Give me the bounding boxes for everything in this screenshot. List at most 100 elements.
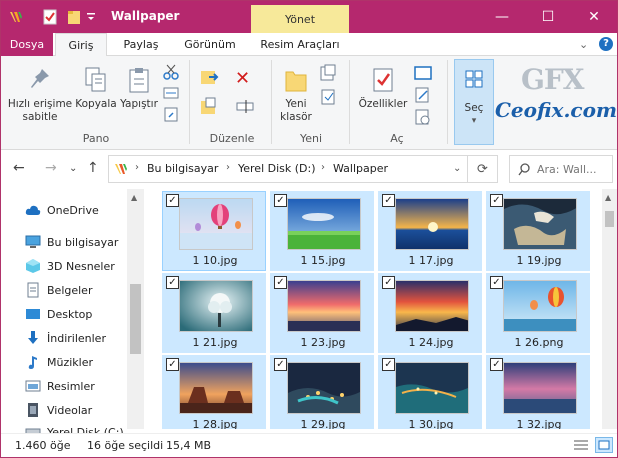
customize-dropdown-icon[interactable]	[85, 7, 97, 27]
close-button[interactable]: ✕	[571, 1, 617, 33]
file-tile[interactable]: ✓ 1 26.png	[486, 273, 590, 353]
tab-dosya[interactable]: Dosya	[1, 33, 53, 56]
copy-label: Kopyala	[75, 98, 117, 110]
file-name: 1 17.jpg	[408, 254, 454, 267]
tab-resim-araclari[interactable]: Resim Araçları	[253, 33, 347, 56]
file-grid: ✓ 1 10.jpg ✓ 1 15.jpg ✓ 1 17.jpg ✓ 1 19.…	[144, 189, 602, 429]
document-icon	[25, 282, 41, 298]
select-checkbox[interactable]: ✓	[274, 276, 287, 289]
nav-item-documents[interactable]: Belgeler	[25, 279, 92, 301]
nav-item-downloads[interactable]: İndirilenler	[25, 327, 106, 349]
select-checkbox[interactable]: ✓	[490, 194, 503, 207]
select-button[interactable]: Seç ▾	[454, 59, 494, 145]
address-dropdown-icon[interactable]: ⌄	[453, 163, 461, 174]
tab-gorunum[interactable]: Görünüm	[175, 33, 245, 56]
forward-arrow-icon[interactable]: →	[45, 160, 57, 176]
copy-path-icon[interactable]	[163, 86, 179, 103]
breadcrumb-this-pc[interactable]: Bu bilgisayar	[147, 162, 218, 175]
nav-item-music[interactable]: Müzikler	[25, 351, 93, 373]
download-icon	[25, 330, 41, 346]
breadcrumb-separator[interactable]: ›	[226, 162, 230, 173]
file-tile[interactable]: ✓ 1 23.jpg	[270, 273, 374, 353]
group-label-ac: Aç	[390, 132, 404, 145]
file-tile[interactable]: ✓ 1 10.jpg	[162, 191, 266, 271]
up-arrow-icon[interactable]: ↑	[87, 160, 99, 176]
title-bar: Wallpaper Yönet — ☐ ✕	[1, 1, 617, 33]
nav-item-pictures[interactable]: Resimler	[25, 375, 95, 397]
new-folder-button[interactable]: Yeni klasör	[277, 66, 315, 124]
scroll-up-icon[interactable]: ▲	[605, 193, 611, 202]
select-checkbox[interactable]: ✓	[382, 194, 395, 207]
breadcrumb-separator[interactable]: ›	[321, 162, 325, 173]
new-folder-quick-icon[interactable]	[65, 7, 83, 27]
select-checkbox[interactable]: ✓	[274, 358, 287, 371]
nav-item-videos[interactable]: Videolar	[25, 399, 92, 421]
nav-item-onedrive[interactable]: OneDrive	[25, 199, 99, 221]
file-tile[interactable]: ✓ 1 30.jpg	[378, 355, 482, 429]
copy-to-icon[interactable]	[199, 96, 221, 121]
chevron-down-icon[interactable]: ⌄	[579, 38, 588, 51]
details-view-icon[interactable]	[573, 438, 589, 455]
open-icon[interactable]	[413, 64, 433, 85]
nav-pane-scrollbar[interactable]: ▲	[127, 189, 144, 429]
app-icon[interactable]	[7, 7, 25, 27]
file-tile[interactable]: ✓ 1 28.jpg	[162, 355, 266, 429]
cut-icon[interactable]	[163, 64, 179, 83]
tab-yonet[interactable]: Yönet	[251, 5, 349, 33]
help-icon[interactable]: ?	[599, 37, 613, 51]
delete-icon[interactable]: ✕	[235, 68, 250, 89]
select-checkbox[interactable]: ✓	[166, 276, 179, 289]
back-arrow-icon[interactable]: ←	[13, 160, 25, 176]
recent-chevron-icon[interactable]: ⌄	[69, 163, 77, 174]
scrollbar-thumb[interactable]	[605, 211, 614, 227]
file-tile[interactable]: ✓ 1 15.jpg	[270, 191, 374, 271]
edit-icon[interactable]	[413, 86, 433, 107]
cube-icon	[25, 258, 41, 274]
nav-item-3d-objects[interactable]: 3D Nesneler	[25, 255, 115, 277]
nav-item-desktop[interactable]: Desktop	[25, 303, 92, 325]
tab-giris[interactable]: Giriş	[55, 33, 107, 57]
select-checkbox[interactable]: ✓	[490, 276, 503, 289]
scrollbar-thumb[interactable]	[130, 284, 141, 354]
breadcrumb-drive-d[interactable]: Yerel Disk (D:)	[238, 162, 316, 175]
content-scrollbar[interactable]: ▲	[602, 189, 617, 429]
breadcrumb-separator[interactable]: ›	[135, 162, 139, 173]
file-tile[interactable]: ✓ 1 32.jpg	[486, 355, 590, 429]
nav-item-this-pc[interactable]: Bu bilgisayar	[25, 231, 118, 253]
file-tile[interactable]: ✓ 1 24.jpg	[378, 273, 482, 353]
history-icon[interactable]	[413, 108, 433, 129]
scroll-up-icon[interactable]: ▲	[131, 193, 137, 202]
select-checkbox[interactable]: ✓	[382, 358, 395, 371]
new-item-icon[interactable]	[319, 64, 339, 85]
file-tile[interactable]: ✓ 1 29.jpg	[270, 355, 374, 429]
minimize-button[interactable]: —	[479, 1, 525, 33]
move-to-icon[interactable]	[199, 66, 221, 91]
maximize-button[interactable]: ☐	[525, 1, 571, 33]
refresh-button[interactable]: ⟳	[467, 155, 498, 183]
copy-button[interactable]: Kopyala	[75, 66, 117, 111]
address-bar[interactable]: › Bu bilgisayar › Yerel Disk (D:) › Wall…	[108, 155, 498, 183]
select-checkbox[interactable]: ✓	[274, 194, 287, 207]
paste-shortcut-icon[interactable]	[163, 106, 179, 125]
large-icons-view-icon[interactable]	[595, 437, 613, 453]
tab-paylas[interactable]: Paylaş	[113, 33, 169, 56]
file-tile[interactable]: ✓ 1 21.jpg	[162, 273, 266, 353]
properties-quick-icon[interactable]	[41, 7, 59, 27]
file-tile[interactable]: ✓ 1 19.jpg	[486, 191, 590, 271]
file-name: 1 24.jpg	[408, 336, 454, 349]
thumbnail	[503, 362, 577, 414]
search-box[interactable]: Ara: Wall...	[509, 155, 613, 183]
rename-icon[interactable]	[235, 96, 255, 119]
pin-quick-access-button[interactable]: Hızlı erişime sabitle	[7, 66, 73, 124]
paste-button[interactable]: Yapıştır	[119, 66, 159, 111]
select-checkbox[interactable]: ✓	[382, 276, 395, 289]
explorer-window: Wallpaper Yönet — ☐ ✕ Dosya Giriş Paylaş…	[0, 0, 618, 458]
file-tile[interactable]: ✓ 1 17.jpg	[378, 191, 482, 271]
item-count: 1.460 öğe	[15, 439, 71, 452]
select-checkbox[interactable]: ✓	[166, 194, 179, 207]
properties-button[interactable]: Özellikler	[355, 66, 411, 111]
select-checkbox[interactable]: ✓	[166, 358, 179, 371]
select-checkbox[interactable]: ✓	[490, 358, 503, 371]
easy-access-icon[interactable]	[319, 88, 339, 109]
breadcrumb-wallpaper[interactable]: Wallpaper	[333, 162, 388, 175]
